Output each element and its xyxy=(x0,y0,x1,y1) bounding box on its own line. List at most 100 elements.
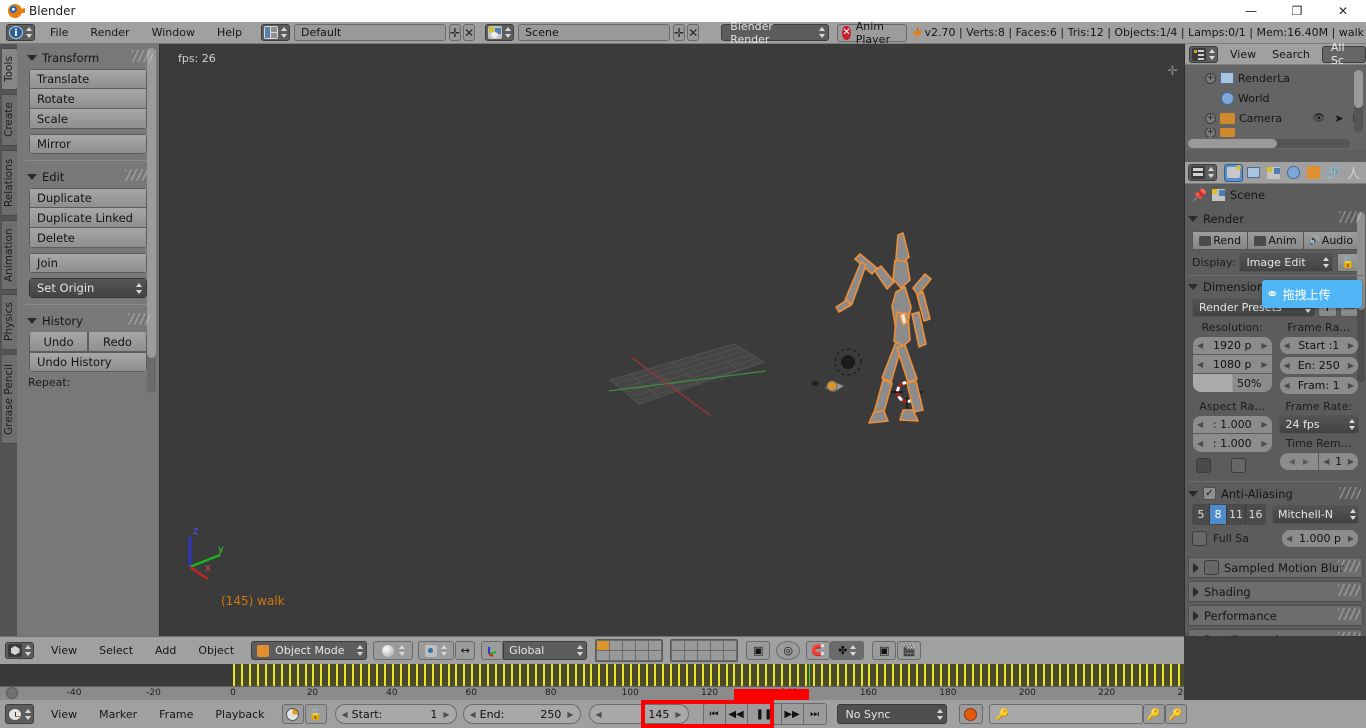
upload-tooltip[interactable]: ⚭ 拖拽上传 xyxy=(1262,280,1362,308)
chevron-left-icon[interactable]: ◀ xyxy=(1323,457,1329,466)
chevron-right-icon[interactable]: ▶ xyxy=(675,710,681,719)
chevron-left-icon[interactable]: ◀ xyxy=(596,710,602,719)
delete-keyframe-button[interactable]: 🔑 xyxy=(1164,704,1187,724)
rotate-button[interactable]: Rotate xyxy=(29,89,147,109)
border-toggle[interactable] xyxy=(1196,458,1211,473)
resolution-percent-slider[interactable]: 50% xyxy=(1192,374,1273,393)
chevron-left-icon[interactable]: ◀ xyxy=(470,710,476,719)
chevron-left-icon[interactable]: ◀ xyxy=(1197,439,1203,448)
chevron-right-icon[interactable]: ▶ xyxy=(1261,341,1267,350)
playback-controls[interactable]: ⏮ ◀◀ ❚❚ ▶▶ ⏭ xyxy=(702,703,827,725)
properties-editor-type-selector[interactable] xyxy=(1188,164,1217,181)
aspect-y-field[interactable]: ◀ : 1.000 ▶ xyxy=(1192,434,1273,453)
outliner-row-world[interactable]: World xyxy=(1185,88,1366,108)
3d-viewport[interactable]: fps: 26 ✛ z y x (145) walk xyxy=(161,44,1184,636)
chevron-left-icon[interactable]: ◀ xyxy=(1284,361,1290,370)
frame-end-field[interactable]: ◀ En: 250 ▶ xyxy=(1278,356,1359,375)
eye-icon[interactable]: 👁 xyxy=(1313,113,1326,124)
undo-history-button[interactable]: Undo History xyxy=(29,352,147,372)
layer-group-2[interactable] xyxy=(670,639,739,662)
delete-layout-button[interactable]: ✕ xyxy=(463,24,476,41)
minimize-button[interactable]: — xyxy=(1228,0,1274,22)
snap-element-dropdown[interactable]: ✤ xyxy=(830,641,865,660)
start-frame-field[interactable]: ◀ Start: 1 ▶ xyxy=(334,704,457,724)
scene-layers[interactable] xyxy=(595,639,739,662)
play-forward-button[interactable]: ▶▶ xyxy=(781,704,804,724)
translate-button[interactable]: Translate xyxy=(29,69,147,89)
chevron-right-icon[interactable]: ▶ xyxy=(1348,361,1354,370)
render-image-button[interactable]: Rend xyxy=(1192,231,1248,250)
delete-scene-button[interactable]: ✕ xyxy=(687,24,700,41)
anim-player-button[interactable]: ✕ Anim Player xyxy=(837,20,907,46)
chevron-left-icon[interactable]: ◀ xyxy=(1284,381,1290,390)
outliner-display-mode[interactable]: All Sc xyxy=(1321,41,1366,67)
timeline-menu-playback[interactable]: Playback xyxy=(204,706,275,723)
lock-time-button[interactable]: 🔒 xyxy=(304,704,327,724)
time-remap-old-field[interactable]: ◀ ▶ xyxy=(1278,452,1320,471)
expand-icon[interactable]: + xyxy=(1205,128,1216,137)
expand-icon[interactable]: + xyxy=(1205,112,1216,124)
outliner-row-partial[interactable]: + xyxy=(1185,128,1366,137)
chevron-right-icon[interactable]: ▶ xyxy=(1303,457,1309,466)
chevron-left-icon[interactable]: ◀ xyxy=(1197,360,1203,369)
duplicate-linked-button[interactable]: Duplicate Linked xyxy=(29,208,147,228)
render-opengl-anim-button[interactable]: 🎬 xyxy=(897,641,922,660)
current-frame-field[interactable]: ◀ 145 ▶ xyxy=(588,704,689,724)
timeline-editor-type-selector[interactable] xyxy=(5,704,34,724)
menu-help[interactable]: Help xyxy=(206,24,253,41)
screen-layout-selector[interactable] xyxy=(261,24,291,41)
scene-name-field[interactable]: Scene xyxy=(518,24,671,41)
time-remap-new-field[interactable]: ◀ 1 ▶ xyxy=(1319,452,1359,471)
timeline-ruler[interactable]: -40-200204060801001201401601802002202402… xyxy=(0,686,1184,700)
render-opengl-image-button[interactable]: ▣ xyxy=(872,641,897,660)
chevron-left-icon[interactable]: ◀ xyxy=(1289,457,1295,466)
chevron-right-icon[interactable]: ▶ xyxy=(443,710,449,719)
motion-blur-toggle[interactable] xyxy=(1204,560,1219,575)
timeline-editor[interactable]: -40-200204060801001201401601802002202402… xyxy=(0,664,1184,700)
scene-browse-selector[interactable] xyxy=(485,24,515,41)
timeline-menu-marker[interactable]: Marker xyxy=(88,706,148,723)
interaction-mode-dropdown[interactable]: Object Mode xyxy=(251,641,368,660)
section-header-sampled-motion-blur[interactable]: Sampled Motion Blur xyxy=(1188,557,1363,578)
scene-tab-icon[interactable] xyxy=(1264,164,1283,182)
insert-keyframe-button[interactable]: 🔑 xyxy=(1142,704,1165,724)
object-tab-icon[interactable] xyxy=(1304,164,1323,182)
menu-window[interactable]: Window xyxy=(141,24,206,41)
renderlayers-tab-icon[interactable] xyxy=(1244,164,1263,182)
outliner-row-renderlayers[interactable]: + RenderLa xyxy=(1185,68,1366,88)
redo-button[interactable]: Redo xyxy=(88,332,147,352)
chevron-right-icon[interactable]: ▶ xyxy=(1261,420,1267,429)
undo-button[interactable]: Undo xyxy=(29,332,88,352)
viewport-menu-view[interactable]: View xyxy=(40,642,88,659)
crop-toggle[interactable] xyxy=(1231,458,1246,473)
transform-orientation-icon-button[interactable] xyxy=(481,641,504,660)
section-header-shading[interactable]: Shading xyxy=(1188,581,1363,602)
render-engine-dropdown[interactable]: Blender Render xyxy=(721,20,830,46)
section-header-post-processing[interactable]: Post Processing xyxy=(1188,629,1363,636)
add-scene-button[interactable]: ✛ xyxy=(673,24,686,41)
full-sample-toggle[interactable] xyxy=(1192,531,1207,546)
pause-button[interactable]: ❚❚ xyxy=(747,704,782,724)
chevron-right-icon[interactable]: ▶ xyxy=(1348,457,1354,466)
aa-sample-5[interactable]: 5 xyxy=(1193,505,1210,524)
timeline-menu-view[interactable]: View xyxy=(40,706,88,723)
outliner-tree[interactable]: + RenderLa World + Camera 👁 ➤ ▣ xyxy=(1185,65,1366,150)
pivot-point-dropdown[interactable] xyxy=(418,641,455,660)
section-header-render[interactable]: Render xyxy=(1188,209,1363,229)
panel-header-transform[interactable]: Transform xyxy=(23,48,153,69)
viewport-menu-select[interactable]: Select xyxy=(88,642,144,659)
frame-start-field[interactable]: ◀ Start :1 ▶ xyxy=(1278,336,1359,355)
aa-filter-size-field[interactable]: ◀ 1.000 p ▶ xyxy=(1281,529,1359,548)
chevron-right-icon[interactable]: ▶ xyxy=(1261,439,1267,448)
duplicate-button[interactable]: Duplicate xyxy=(29,188,147,208)
jump-to-end-button[interactable]: ⏭ xyxy=(803,704,826,724)
world-tab-icon[interactable] xyxy=(1284,164,1303,182)
outliner-menu-search[interactable]: Search xyxy=(1264,46,1318,63)
end-frame-field[interactable]: ◀ End: 250 ▶ xyxy=(462,704,581,724)
active-keying-set-field[interactable]: 🔑 xyxy=(988,704,1143,724)
timeline-playhead[interactable] xyxy=(808,664,810,686)
maximize-button[interactable]: ❐ xyxy=(1274,0,1320,22)
outliner-menu-view[interactable]: View xyxy=(1222,46,1264,63)
delete-button[interactable]: Delete xyxy=(29,228,147,248)
menu-file[interactable]: File xyxy=(39,24,79,41)
